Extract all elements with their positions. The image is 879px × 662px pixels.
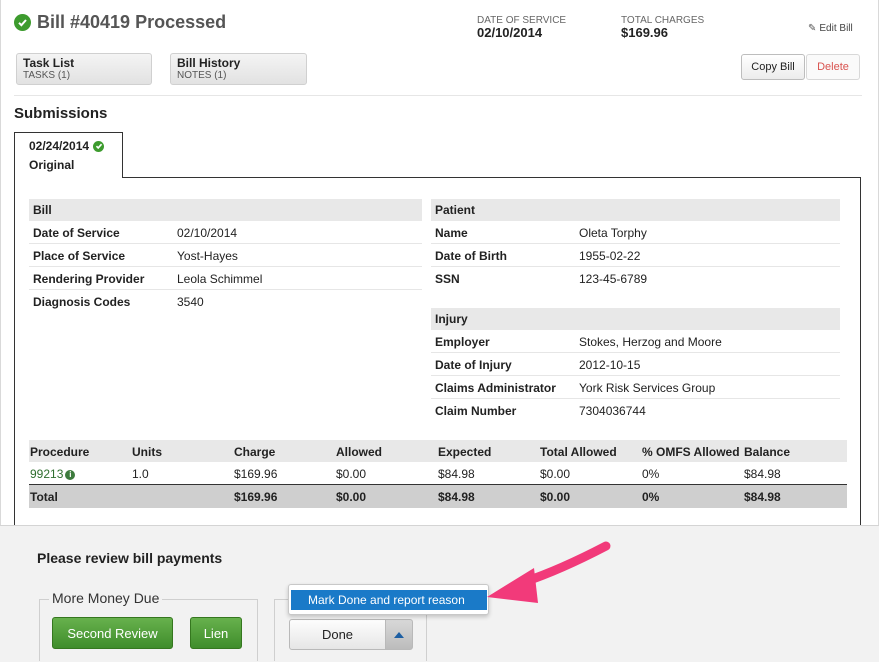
column-header: Expected xyxy=(438,445,492,459)
detail-key: Claim Number xyxy=(435,404,517,418)
procedure-code-link[interactable]: 99213 xyxy=(30,467,63,481)
detail-key: Date of Injury xyxy=(435,358,512,372)
detail-row: SSN 123-45-6789 xyxy=(431,267,840,290)
total-charges-value: $169.96 xyxy=(621,25,668,40)
detail-row: Employer Stokes, Herzog and Moore xyxy=(431,330,840,353)
detail-value: 123-45-6789 xyxy=(579,272,648,286)
procedure-code-cell: 99213 i xyxy=(30,467,76,481)
submission-tab[interactable]: 02/24/2014 Original xyxy=(14,132,123,178)
done-dropdown-menu: Mark Done and report reason xyxy=(288,584,489,615)
table-cell: 1.0 xyxy=(132,467,149,481)
table-cell: 0% xyxy=(642,467,660,481)
detail-value: 2012-10-15 xyxy=(579,358,641,372)
column-header: Units xyxy=(132,445,162,459)
detail-value: Yost-Hayes xyxy=(177,249,238,263)
edit-bill-link[interactable]: ✎ Edit Bill xyxy=(808,23,853,34)
table-cell: $0.00 xyxy=(540,467,571,481)
total-charges-summary: TOTAL CHARGES $169.96 xyxy=(621,15,704,40)
delete-button[interactable]: Delete xyxy=(806,54,860,80)
detail-row: Place of Service Yost-Hayes xyxy=(29,244,422,267)
table-cell: $0.00 xyxy=(540,490,571,504)
detail-value: 3540 xyxy=(177,295,204,309)
bill-history-title: Bill History xyxy=(177,56,241,70)
review-title: Please review bill payments xyxy=(37,550,223,566)
check-icon xyxy=(93,140,105,152)
table-cell: $169.96 xyxy=(234,467,278,481)
patient-section-header: Patient xyxy=(431,199,840,221)
detail-key: Diagnosis Codes xyxy=(33,295,131,309)
detail-value: 02/10/2014 xyxy=(177,226,238,240)
table-cell: $84.98 xyxy=(744,467,781,481)
second-review-button[interactable]: Second Review xyxy=(52,617,173,649)
table-cell: 0% xyxy=(642,490,660,504)
detail-row: Diagnosis Codes 3540 xyxy=(29,290,422,313)
submission-type: Original xyxy=(29,158,75,172)
detail-value: Stokes, Herzog and Moore xyxy=(579,335,722,349)
detail-value: 1955-02-22 xyxy=(579,249,641,263)
detail-value: Leola Schimmel xyxy=(177,272,263,286)
detail-key: Place of Service xyxy=(33,249,126,263)
copy-bill-button[interactable]: Copy Bill xyxy=(741,54,805,80)
column-header: Charge xyxy=(234,445,276,459)
column-header: Procedure xyxy=(30,445,90,459)
table-cell: $84.98 xyxy=(438,490,475,504)
page-title: Bill #40419 Processed xyxy=(37,12,227,32)
column-header: Balance xyxy=(744,445,791,459)
divider xyxy=(14,95,862,96)
detail-key: SSN xyxy=(435,272,460,286)
bill-history-count: NOTES (1) xyxy=(177,70,227,81)
table-cell: $0.00 xyxy=(336,490,367,504)
done-dropdown-toggle[interactable] xyxy=(385,619,413,650)
detail-row: Name Oleta Torphy xyxy=(431,221,840,244)
detail-key: Name xyxy=(435,226,468,240)
detail-value: 7304036744 xyxy=(579,404,646,418)
done-button[interactable]: Done xyxy=(289,619,386,650)
success-check-icon xyxy=(14,14,31,31)
detail-row: Date of Birth 1955-02-22 xyxy=(431,244,840,267)
edit-bill-label: Edit Bill xyxy=(819,23,853,34)
bill-history-button[interactable]: Bill History NOTES (1) xyxy=(170,53,307,85)
table-cell: Total xyxy=(30,490,58,504)
mark-done-report-reason-item[interactable]: Mark Done and report reason xyxy=(291,590,487,610)
detail-row: Claim Number 7304036744 xyxy=(431,399,840,422)
submission-date: 02/24/2014 xyxy=(29,139,90,153)
table-cell: $84.98 xyxy=(438,467,475,481)
detail-row: Claims Administrator York Risk Services … xyxy=(431,376,840,399)
task-list-count: TASKS (1) xyxy=(23,70,71,81)
date-of-service-summary: DATE OF SERVICE 02/10/2014 xyxy=(477,15,566,40)
detail-key: Date of Service xyxy=(33,226,120,240)
procedures-table-header: Procedure Units Charge Allowed Expected … xyxy=(29,440,847,462)
detail-key: Rendering Provider xyxy=(33,272,145,286)
detail-value: York Risk Services Group xyxy=(579,381,716,395)
table-cell: $169.96 xyxy=(234,490,278,504)
detail-value: Oleta Torphy xyxy=(579,226,647,240)
info-icon[interactable]: i xyxy=(65,469,76,480)
task-list-title: Task List xyxy=(23,56,75,70)
caret-up-icon xyxy=(394,631,404,638)
column-header: Total Allowed xyxy=(540,445,617,459)
detail-row: Rendering Provider Leola Schimmel xyxy=(29,267,422,290)
table-total-row: Total $169.96 $0.00 $84.98 $0.00 0% $84.… xyxy=(29,485,847,508)
bill-title: Bill #40419 Processed xyxy=(14,12,226,33)
table-cell: $84.98 xyxy=(744,490,781,504)
table-cell: $0.00 xyxy=(336,467,367,481)
detail-key: Date of Birth xyxy=(435,249,507,263)
detail-row: Date of Service 02/10/2014 xyxy=(29,221,422,244)
column-header: % OMFS Allowed xyxy=(642,445,740,459)
submissions-heading: Submissions xyxy=(14,105,108,122)
detail-key: Claims Administrator xyxy=(435,381,556,395)
task-list-button[interactable]: Task List TASKS (1) xyxy=(16,53,152,85)
detail-row: Date of Injury 2012-10-15 xyxy=(431,353,840,376)
more-money-due-legend: More Money Due xyxy=(49,590,163,606)
pencil-icon: ✎ xyxy=(808,23,817,34)
date-of-service-value: 02/10/2014 xyxy=(477,25,543,40)
bill-section-header: Bill xyxy=(29,199,422,221)
detail-key: Employer xyxy=(435,335,490,349)
lien-button[interactable]: Lien xyxy=(190,617,242,649)
injury-section-header: Injury xyxy=(431,308,840,330)
table-row: 99213 i 1.0 $169.96 $0.00 $84.98 $0.00 0%… xyxy=(29,462,847,485)
column-header: Allowed xyxy=(336,445,383,459)
